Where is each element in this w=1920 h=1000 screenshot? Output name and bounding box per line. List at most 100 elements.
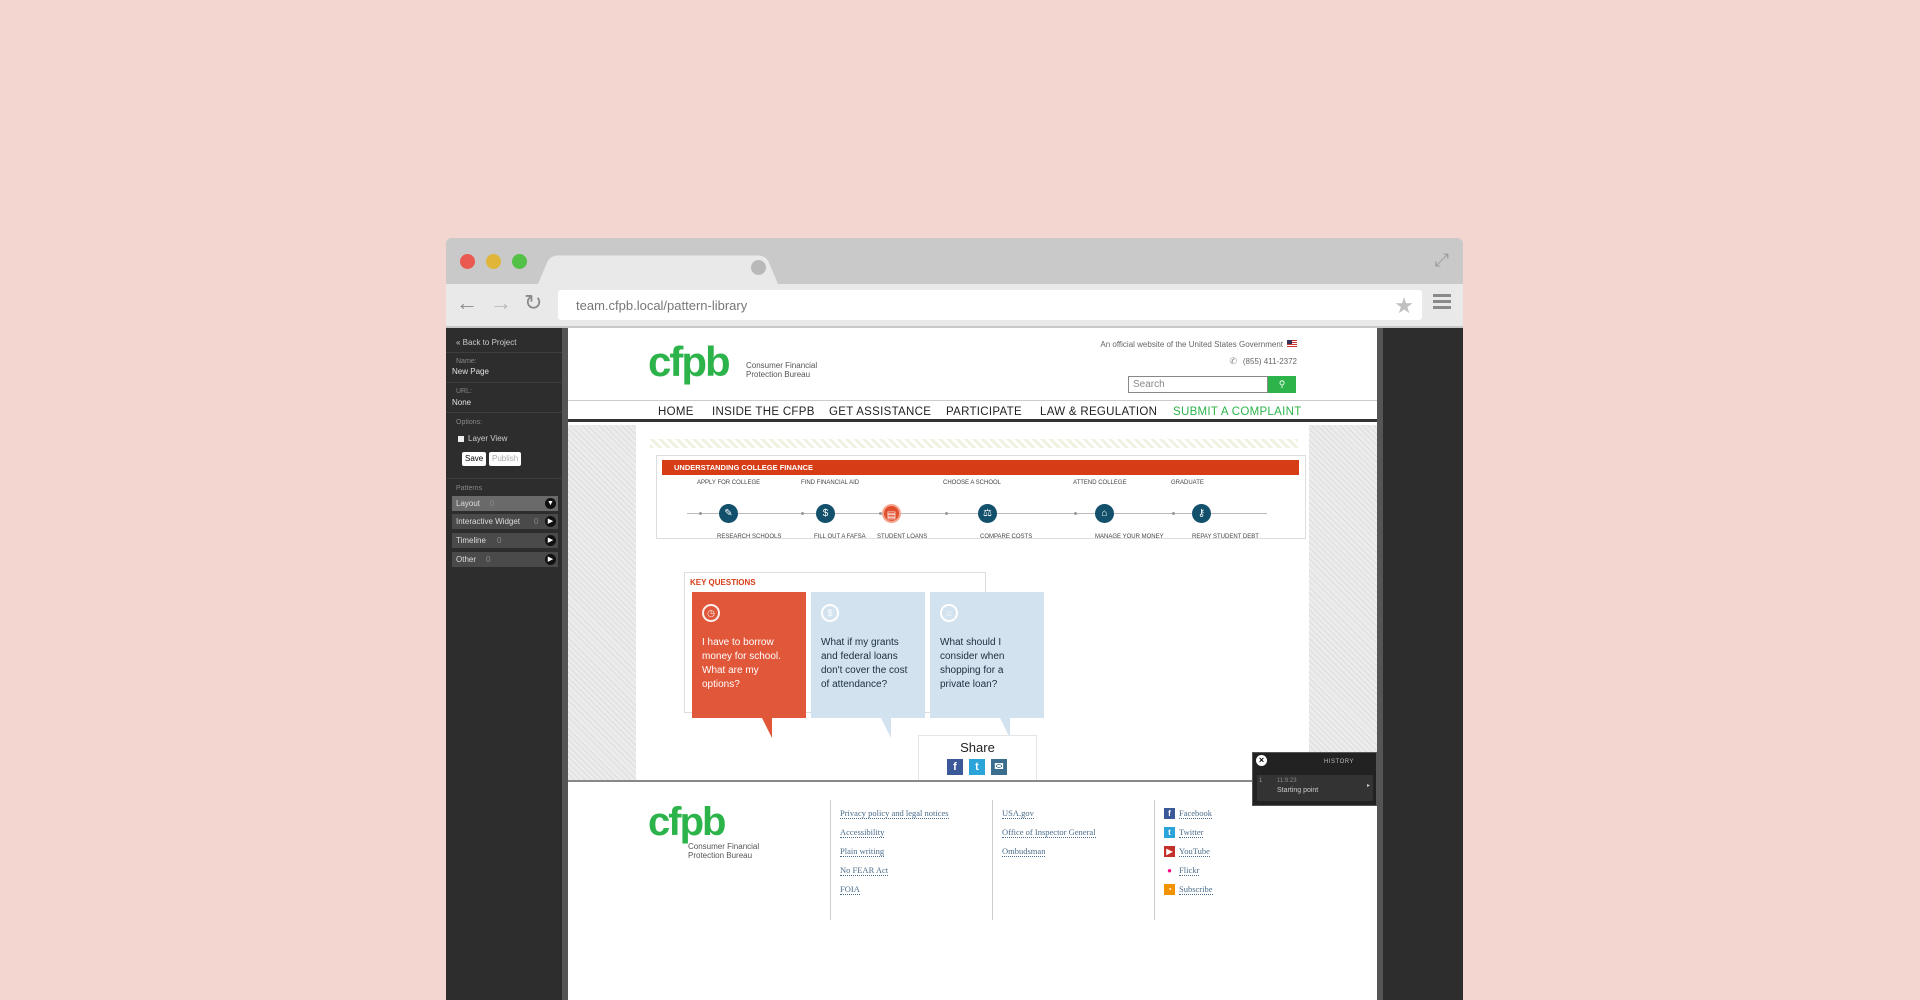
footer-social-link[interactable]: Twitter xyxy=(1179,827,1204,838)
reload-icon[interactable]: ↻ xyxy=(524,292,542,314)
pattern-count: 0 xyxy=(497,536,502,545)
student-loans-icon[interactable]: ▤ xyxy=(882,504,901,523)
share-title: Share xyxy=(960,740,995,755)
nav-home[interactable]: HOME xyxy=(658,406,694,418)
search-icon: ⚲ xyxy=(1278,379,1286,389)
timeline-title: UNDERSTANDING COLLEGE FINANCE xyxy=(662,460,1299,475)
history-entry[interactable]: 1 11:9:23 Starting point ▸ xyxy=(1257,775,1373,801)
nav-law-regulation[interactable]: LAW & REGULATION xyxy=(1040,406,1157,418)
pattern-other[interactable]: Other 0 ▶ xyxy=(452,552,558,567)
facebook-share-icon[interactable]: f xyxy=(947,759,963,775)
official-website-text: An official website of the United States… xyxy=(1100,340,1283,349)
step-label-top: FIND FINANCIAL AID xyxy=(801,480,860,486)
footer-divider xyxy=(992,800,993,920)
step-label-bottom: FILL OUT A FAFSA xyxy=(814,534,866,540)
timeline-dot xyxy=(801,512,804,515)
manage-money-icon[interactable]: ⌂ xyxy=(1095,504,1114,523)
step-label-top: APPLY FOR COLLEGE xyxy=(697,480,761,486)
history-entry-time: 11:9:23 xyxy=(1277,778,1297,784)
footer-link[interactable]: Office of Inspector General xyxy=(1002,827,1096,838)
footer-link[interactable]: Ombudsman xyxy=(1002,846,1046,857)
footer-link[interactable]: FOIA xyxy=(840,884,860,895)
timeline-dot xyxy=(945,512,948,515)
save-button[interactable]: Save xyxy=(462,452,487,466)
right-panel-resize-handle[interactable] xyxy=(1377,328,1383,1000)
logo-subtitle: Consumer Financial Protection Bureau xyxy=(746,361,817,379)
footer-link[interactable]: Accessibility xyxy=(840,827,885,838)
chevron-down-icon[interactable]: ▼ xyxy=(545,498,556,509)
pattern-layout[interactable]: Layout 0 ▼ xyxy=(452,496,558,511)
footer-link[interactable]: No FEAR Act xyxy=(840,865,889,876)
url-value[interactable]: None xyxy=(452,398,471,407)
cfpb-logo[interactable]: cfpb xyxy=(648,338,731,386)
question-card[interactable]: $ What if my grants and federal loans do… xyxy=(811,592,925,738)
research-schools-icon[interactable]: ✎ xyxy=(719,504,738,523)
close-icon[interactable]: × xyxy=(1256,755,1267,766)
question-card[interactable]: ⌂ What should I consider when shopping f… xyxy=(930,592,1044,738)
phone-number: (855) 411-2372 xyxy=(1242,357,1297,366)
bookmark-star-icon[interactable]: ★ xyxy=(1394,293,1414,319)
footer-social-link[interactable]: Flickr xyxy=(1179,865,1200,876)
search-button[interactable]: ⚲ xyxy=(1268,376,1296,393)
step-label-bottom: COMPARE COSTS xyxy=(980,534,1033,540)
bank-icon: ⌂ xyxy=(940,604,958,622)
chevron-right-icon[interactable]: ▶ xyxy=(545,554,556,565)
pattern-count: 0 xyxy=(490,499,495,508)
close-window-button[interactable] xyxy=(460,254,475,269)
layer-view-label: Layer View xyxy=(468,434,508,443)
layer-view-checkbox[interactable] xyxy=(458,436,464,442)
twitter-share-icon[interactable]: t xyxy=(969,759,985,775)
browser-tab[interactable] xyxy=(538,255,778,284)
chevron-right-icon[interactable]: ▶ xyxy=(545,535,556,546)
footer-social-link[interactable]: Facebook xyxy=(1179,808,1213,819)
footer-cfpb-logo[interactable]: cfpb xyxy=(648,800,726,845)
question-text: I have to borrow money for school. What … xyxy=(702,637,781,690)
footer-social-link[interactable]: Subscribe xyxy=(1179,884,1213,895)
pattern-interactive-widget[interactable]: Interactive Widget 0 ▶ xyxy=(452,514,558,529)
nav-get-assistance[interactable]: GET ASSISTANCE xyxy=(829,406,931,418)
pattern-label: Interactive Widget xyxy=(456,517,521,526)
step-label-top: ATTEND COLLEGE xyxy=(1073,480,1127,486)
timeline-dot xyxy=(1074,512,1077,515)
fullscreen-icon[interactable]: ⤢ xyxy=(1435,250,1449,271)
back-to-project-link[interactable]: « Back to Project xyxy=(456,338,516,347)
chevron-right-icon[interactable]: ▶ xyxy=(545,516,556,527)
minimize-window-button[interactable] xyxy=(486,254,501,269)
history-entry-number: 1 xyxy=(1259,778,1263,784)
maximize-window-button[interactable] xyxy=(512,254,527,269)
email-share-icon[interactable]: ✉ xyxy=(991,759,1007,775)
name-value[interactable]: New Page xyxy=(452,367,489,376)
pattern-label: Other xyxy=(456,555,477,564)
history-title: HISTORY xyxy=(1324,759,1354,765)
footer-social-link[interactable]: YouTube xyxy=(1179,846,1210,857)
hamburger-menu-icon[interactable] xyxy=(1433,294,1451,312)
compare-costs-icon[interactable]: ⚖ xyxy=(978,504,997,523)
footer-link[interactable]: Privacy policy and legal notices xyxy=(840,808,949,819)
pattern-timeline[interactable]: Timeline 0 ▶ xyxy=(452,533,558,548)
footer-link[interactable]: USA.gov xyxy=(1002,808,1034,819)
step-label-bottom: MANAGE YOUR MONEY xyxy=(1095,534,1164,540)
fafsa-icon[interactable]: $ xyxy=(816,504,835,523)
back-arrow-icon[interactable]: ← xyxy=(456,292,478,314)
us-flag-icon xyxy=(1287,340,1297,347)
url-text: team.cfpb.local/pattern-library xyxy=(576,298,748,313)
tab-close-icon[interactable] xyxy=(751,260,766,275)
decorative-stripe xyxy=(650,439,1298,448)
search-input[interactable]: Search xyxy=(1128,376,1268,393)
repay-debt-icon[interactable]: ⚷ xyxy=(1192,504,1211,523)
youtube-icon: ▶ xyxy=(1164,846,1175,857)
logo-subtitle-line: Protection Bureau xyxy=(746,370,811,379)
main-navigation: HOME INSIDE THE CFPB GET ASSISTANCE PART… xyxy=(568,400,1377,422)
nav-inside-cfpb[interactable]: INSIDE THE CFPB xyxy=(712,406,815,418)
flickr-icon: ● xyxy=(1164,865,1175,876)
address-bar[interactable]: team.cfpb.local/pattern-library ★ xyxy=(558,290,1422,320)
publish-button[interactable]: Publish xyxy=(489,452,522,466)
nav-participate[interactable]: PARTICIPATE xyxy=(946,406,1022,418)
footer-link[interactable]: Plain writing xyxy=(840,846,885,857)
question-card[interactable]: ◷ I have to borrow money for school. Wha… xyxy=(692,592,806,738)
url-label: URL: xyxy=(456,388,472,395)
nav-submit-complaint[interactable]: SUBMIT A COMPLAINT xyxy=(1173,406,1302,418)
footer-logo-subtitle: Consumer Financial Protection Bureau xyxy=(688,842,759,860)
options-label: Options: xyxy=(456,419,483,426)
forward-arrow-icon[interactable]: → xyxy=(490,292,512,314)
